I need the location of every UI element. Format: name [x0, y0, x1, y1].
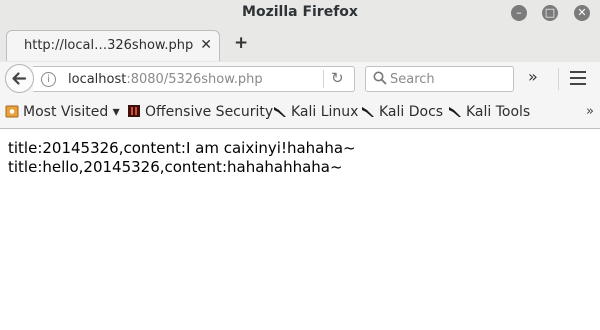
- offsec-icon: [128, 105, 140, 117]
- bookmark-kali-tools[interactable]: Kali Tools: [448, 104, 530, 120]
- bookmark-label: Kali Docs: [379, 104, 444, 120]
- kali-dragon-icon: [449, 107, 461, 117]
- reload-icon[interactable]: ↻: [331, 69, 344, 87]
- bookmark-most-visited[interactable]: Most Visited ▾: [5, 104, 120, 120]
- url-separator: [323, 70, 324, 88]
- bookmark-label: Kali Tools: [466, 104, 531, 120]
- tab-current[interactable]: http://local…326show.php ✕: [6, 30, 220, 61]
- tab-label: http://local…326show.php: [24, 38, 194, 53]
- page-content: title:20145326,content:I am caixinyi!hah…: [8, 139, 588, 177]
- bookmark-label: Offensive Security: [145, 104, 274, 120]
- gear-icon: [5, 105, 19, 118]
- back-arrow-icon: [12, 72, 27, 85]
- bookmarks-toolbar: Most Visited ▾ Offensive Security Kali L…: [0, 96, 600, 129]
- search-bar[interactable]: Search: [365, 66, 514, 92]
- content-line: title:hello,20145326,content:hahahahhaha…: [8, 158, 343, 176]
- back-button[interactable]: [5, 64, 34, 93]
- toolbar-overflow-icon[interactable]: »: [528, 67, 538, 86]
- window-titlebar: Mozilla Firefox – □ ✕: [0, 0, 600, 26]
- url-host: localhost: [68, 72, 127, 87]
- bookmark-kali-docs[interactable]: Kali Docs: [361, 104, 443, 120]
- hamburger-menu-icon[interactable]: [570, 71, 586, 89]
- search-icon: [373, 71, 387, 85]
- content-line: title:20145326,content:I am caixinyi!hah…: [8, 139, 356, 157]
- info-icon[interactable]: i: [41, 72, 56, 87]
- bookmark-kali-linux[interactable]: Kali Linux: [273, 104, 358, 120]
- tab-strip: http://local…326show.php ✕ +: [0, 26, 600, 63]
- navigation-toolbar: i localhost:8080/5326show.php ↻ Search »: [0, 62, 600, 96]
- url-bar[interactable]: i localhost:8080/5326show.php ↻: [33, 66, 355, 92]
- bookmark-label: Kali Linux: [291, 104, 359, 120]
- url-path: :8080/5326show.php: [126, 72, 263, 87]
- window-title: Mozilla Firefox: [242, 4, 358, 20]
- kali-dragon-icon: [274, 107, 286, 117]
- url-text[interactable]: localhost:8080/5326show.php: [68, 72, 263, 87]
- search-placeholder: Search: [390, 72, 435, 87]
- toolbar-divider: [558, 68, 559, 90]
- bookmark-offensive-security[interactable]: Offensive Security: [127, 104, 273, 120]
- kali-dragon-icon: [362, 107, 374, 117]
- new-tab-button[interactable]: +: [234, 33, 248, 53]
- bookmarks-overflow-icon[interactable]: »: [586, 104, 594, 119]
- minimize-icon[interactable]: –: [511, 5, 527, 21]
- tab-close-icon[interactable]: ✕: [200, 37, 212, 53]
- close-icon[interactable]: ✕: [574, 5, 590, 21]
- maximize-icon[interactable]: □: [542, 5, 558, 21]
- bookmark-label: Most Visited ▾: [23, 104, 120, 120]
